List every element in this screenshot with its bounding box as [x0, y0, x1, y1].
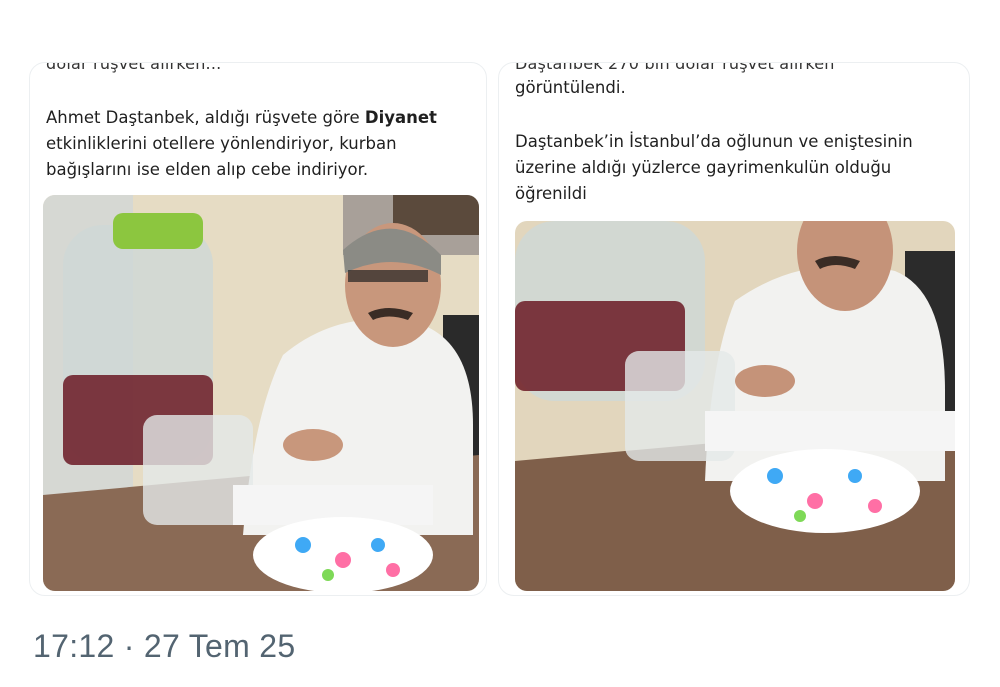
quoted-post-left[interactable]: dolar rüşvet alırken... Ahmet Daştanbek,… [29, 62, 487, 596]
post-timestamp[interactable]: 17:12 · 27 Tem 25 [33, 628, 295, 665]
quoted-post-right[interactable]: Daştanbek 270 bin dolar rüşvet alırken g… [498, 62, 970, 596]
post-text: Ahmet Daştanbek, aldığı rüşvete göre Diy… [46, 105, 476, 183]
post-text-end: etkinliklerini otellere yönlendiriyor, k… [46, 134, 397, 179]
cut-off-text: dolar rüşvet alırken... [46, 62, 222, 73]
post-photo[interactable] [43, 195, 479, 591]
post-text: Daştanbek’in İstanbul’da oğlunun ve eniş… [515, 132, 913, 203]
cut-off-text: Daştanbek 270 bin dolar rüşvet alırken [515, 62, 835, 73]
post-photo[interactable] [515, 221, 955, 591]
post-text-bold: Diyanet [364, 108, 437, 127]
post-text-line: görüntülendi. [515, 78, 626, 97]
post-text-start: Ahmet Daştanbek, aldığı rüşvete göre [46, 108, 365, 127]
